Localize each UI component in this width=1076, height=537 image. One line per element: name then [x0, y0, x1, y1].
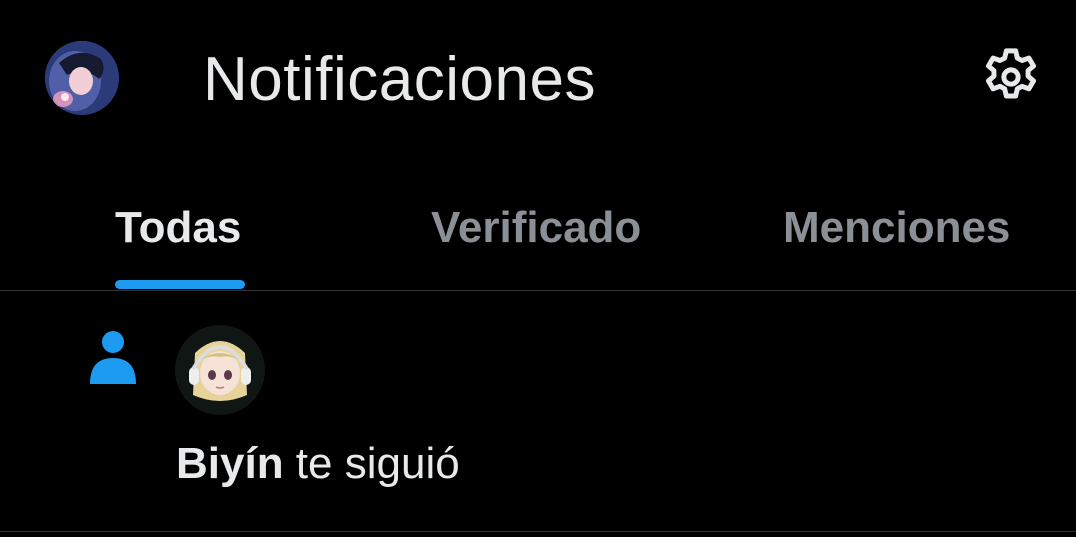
follower-avatar[interactable]: [175, 325, 265, 415]
profile-avatar[interactable]: [45, 41, 119, 115]
gear-icon: [985, 48, 1037, 99]
divider: [0, 531, 1076, 532]
tab-label: Menciones: [783, 203, 1011, 252]
settings-button[interactable]: [978, 44, 1044, 110]
person-follow-icon: [88, 330, 138, 386]
tab-todas[interactable]: Todas: [0, 168, 360, 290]
page-title: Notificaciones: [203, 45, 596, 114]
active-tab-indicator: [115, 280, 245, 289]
tab-label: Verificado: [431, 203, 642, 252]
notification-action-text: te siguió: [283, 439, 460, 488]
notification-text: Biyín te siguió: [176, 438, 460, 490]
notification-item[interactable]: [0, 291, 1076, 531]
tab-bar: Todas Verificado Menciones: [0, 168, 1076, 290]
tab-label: Todas: [115, 203, 242, 252]
tab-menciones[interactable]: Menciones: [720, 168, 1076, 290]
header: Notificaciones: [0, 0, 1076, 160]
follower-name-link[interactable]: Biyín: [176, 439, 284, 488]
tab-verificado[interactable]: Verificado: [360, 168, 720, 290]
